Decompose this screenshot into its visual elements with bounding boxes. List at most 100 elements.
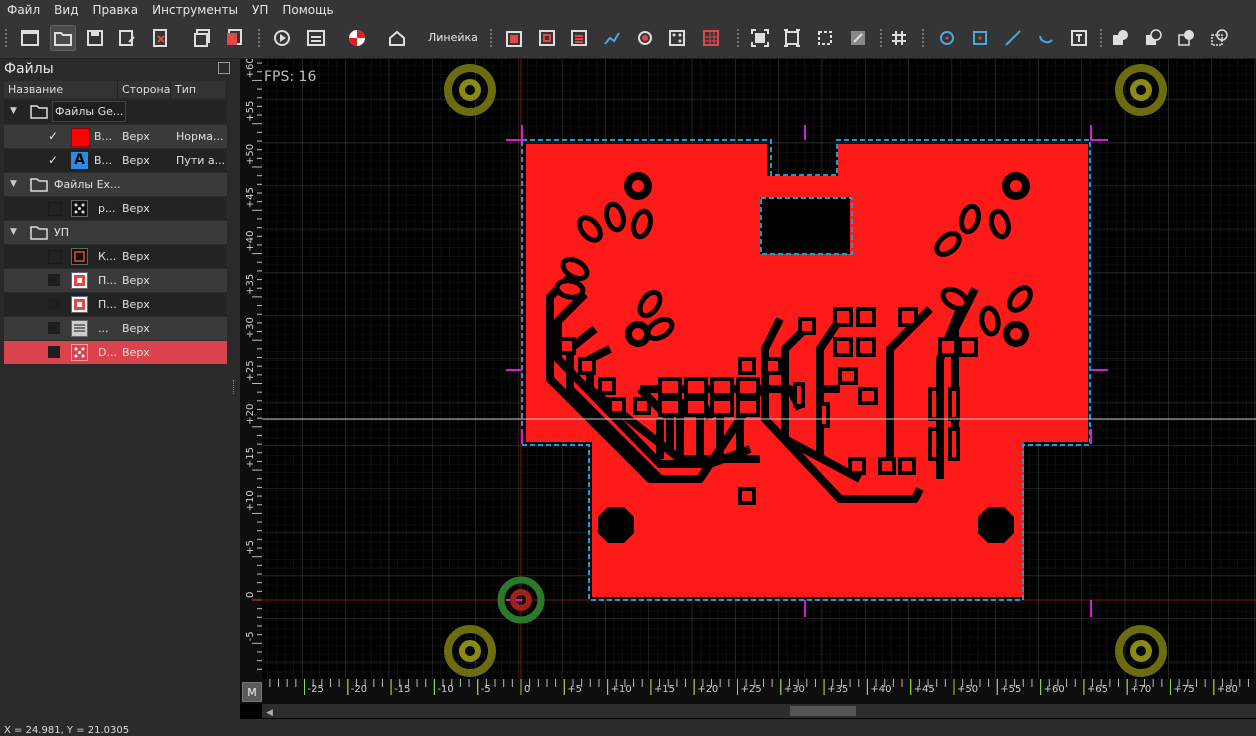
- close-project-button[interactable]: [148, 26, 172, 50]
- toolbar-grip[interactable]: [880, 29, 886, 47]
- save-button[interactable]: [83, 26, 107, 50]
- raster-path-icon[interactable]: [71, 320, 88, 337]
- visibility-checkbox[interactable]: [48, 298, 60, 310]
- x-tick-label: +30: [784, 684, 805, 695]
- file-row[interactable]: ✓ A В... Верх Пути а...: [4, 149, 227, 172]
- x-tick-label: +70: [1130, 684, 1151, 695]
- tree-group-gerber[interactable]: ▼ Файлы Ge...: [4, 100, 227, 123]
- file-side: Верх: [122, 298, 150, 311]
- text-layer-icon[interactable]: A: [71, 152, 88, 169]
- save-all-button[interactable]: [190, 26, 214, 50]
- hatching-button[interactable]: [699, 26, 723, 50]
- file-row[interactable]: К... Верх: [4, 245, 227, 268]
- zero-point-button[interactable]: [345, 26, 369, 50]
- checkmark-icon[interactable]: ✓: [48, 153, 58, 167]
- horizontal-scrollbar[interactable]: [262, 704, 1256, 718]
- close-all-button[interactable]: [222, 26, 246, 50]
- visibility-checkbox[interactable]: [48, 250, 62, 264]
- tree-group-gcode[interactable]: ▼ УП: [4, 221, 227, 244]
- status-bar: X = 24.981, Y = 21.0305: [0, 719, 1256, 736]
- pocket-raster-button[interactable]: [567, 26, 591, 50]
- zoom-selection-button[interactable]: [813, 26, 837, 50]
- visibility-checkbox[interactable]: [48, 346, 60, 358]
- add-line-button[interactable]: [1001, 26, 1025, 50]
- y-tick-label: -5: [245, 631, 256, 641]
- checkmark-icon[interactable]: ✓: [48, 129, 58, 143]
- save-as-button[interactable]: [115, 26, 139, 50]
- zoom-to-layer-button[interactable]: [846, 26, 870, 50]
- y-tick-label: +25: [245, 360, 256, 381]
- toolbar-grip[interactable]: [258, 29, 264, 47]
- toolbar-grip[interactable]: [490, 29, 496, 47]
- menu-file[interactable]: Файл: [0, 3, 47, 17]
- bool-intersect-button[interactable]: [1174, 26, 1198, 50]
- x-tick-label: +10: [611, 684, 632, 695]
- column-side[interactable]: Сторона: [118, 81, 171, 98]
- file-row[interactable]: ✓ В... Верх Норма...: [4, 125, 227, 148]
- float-panel-icon[interactable]: [218, 62, 230, 74]
- file-row-selected[interactable]: D... Верх: [4, 341, 227, 364]
- expand-arrow-icon[interactable]: ▼: [10, 179, 17, 189]
- file-row[interactable]: П... Верх: [4, 269, 227, 292]
- folder-icon: [30, 178, 48, 192]
- line-icon: [1005, 30, 1021, 46]
- expand-arrow-icon[interactable]: ▼: [10, 227, 17, 237]
- menu-help[interactable]: Помощь: [275, 3, 340, 17]
- drill-file-icon[interactable]: [71, 200, 88, 217]
- scroll-left-icon[interactable]: ◀: [266, 708, 273, 718]
- menu-gcode[interactable]: УП: [245, 3, 275, 17]
- add-text-button[interactable]: [1067, 26, 1091, 50]
- open-button[interactable]: [50, 25, 76, 51]
- settings-button[interactable]: [304, 26, 328, 50]
- expand-arrow-icon[interactable]: ▼: [10, 106, 17, 116]
- pcb-view[interactable]: FPS: 16 +60 +55 +50 +45 +40 +35 +30 +25 +20 +15 +1…: [240, 59, 1256, 719]
- drill-button[interactable]: [665, 26, 689, 50]
- save-as-icon: [119, 30, 135, 46]
- toolbar-grip[interactable]: [737, 29, 743, 47]
- menu-tools[interactable]: Инструменты: [145, 3, 245, 17]
- snap-icon: [892, 31, 906, 45]
- pcb-canvas[interactable]: FPS: 16 +60+55+50+45+40+35+30+25+20+15+1…: [240, 59, 1256, 719]
- add-rect-button[interactable]: [968, 26, 992, 50]
- pocket-offset-button[interactable]: [535, 26, 559, 50]
- file-row[interactable]: р... Верх: [4, 197, 227, 220]
- add-arc-button[interactable]: [1034, 26, 1058, 50]
- run-button[interactable]: [270, 26, 294, 50]
- pocket-path-icon[interactable]: [71, 272, 88, 289]
- column-type[interactable]: Тип: [171, 81, 227, 98]
- visibility-checkbox[interactable]: [48, 322, 60, 334]
- thermal-button[interactable]: [633, 26, 657, 50]
- panel-splitter[interactable]: [233, 380, 237, 394]
- home-button[interactable]: [385, 26, 409, 50]
- file-row[interactable]: П... Верх: [4, 293, 227, 316]
- snap-grid-button[interactable]: [887, 26, 911, 50]
- x-tick-label: +80: [1217, 684, 1238, 695]
- group-label: Файлы Ex...: [54, 178, 121, 191]
- zoom-to-board-button[interactable]: [780, 26, 804, 50]
- ruler-label[interactable]: Линейка: [428, 31, 478, 44]
- profile-path-icon[interactable]: [71, 248, 88, 265]
- drill-path-icon[interactable]: [71, 344, 88, 361]
- visibility-checkbox[interactable]: [48, 274, 60, 286]
- bool-xor-button[interactable]: [1207, 26, 1231, 50]
- add-point-button[interactable]: [935, 26, 959, 50]
- column-name[interactable]: Название: [4, 81, 118, 98]
- menu-view[interactable]: Вид: [47, 3, 85, 17]
- fit-view-button[interactable]: [748, 26, 772, 50]
- file-row[interactable]: ... Верх: [4, 317, 227, 340]
- layer-color-icon[interactable]: [71, 128, 90, 147]
- tree-group-excellon[interactable]: ▼ Файлы Ex...: [4, 173, 227, 196]
- scrollbar-thumb[interactable]: [790, 706, 856, 716]
- visibility-checkbox[interactable]: [48, 202, 62, 216]
- new-project-button[interactable]: [18, 26, 42, 50]
- menu-edit[interactable]: Правка: [85, 3, 145, 17]
- voronoi-button[interactable]: [600, 26, 624, 50]
- bool-diff-button[interactable]: [1141, 26, 1165, 50]
- ruler-mode-button[interactable]: M: [242, 682, 262, 702]
- toolbar-grip[interactable]: [922, 29, 928, 47]
- toolbar-grip[interactable]: [5, 29, 11, 47]
- bool-union-button[interactable]: [1108, 26, 1132, 50]
- toolbar-grip[interactable]: [1100, 29, 1106, 47]
- pocket-path-icon[interactable]: [71, 296, 88, 313]
- profile-button[interactable]: [502, 26, 526, 50]
